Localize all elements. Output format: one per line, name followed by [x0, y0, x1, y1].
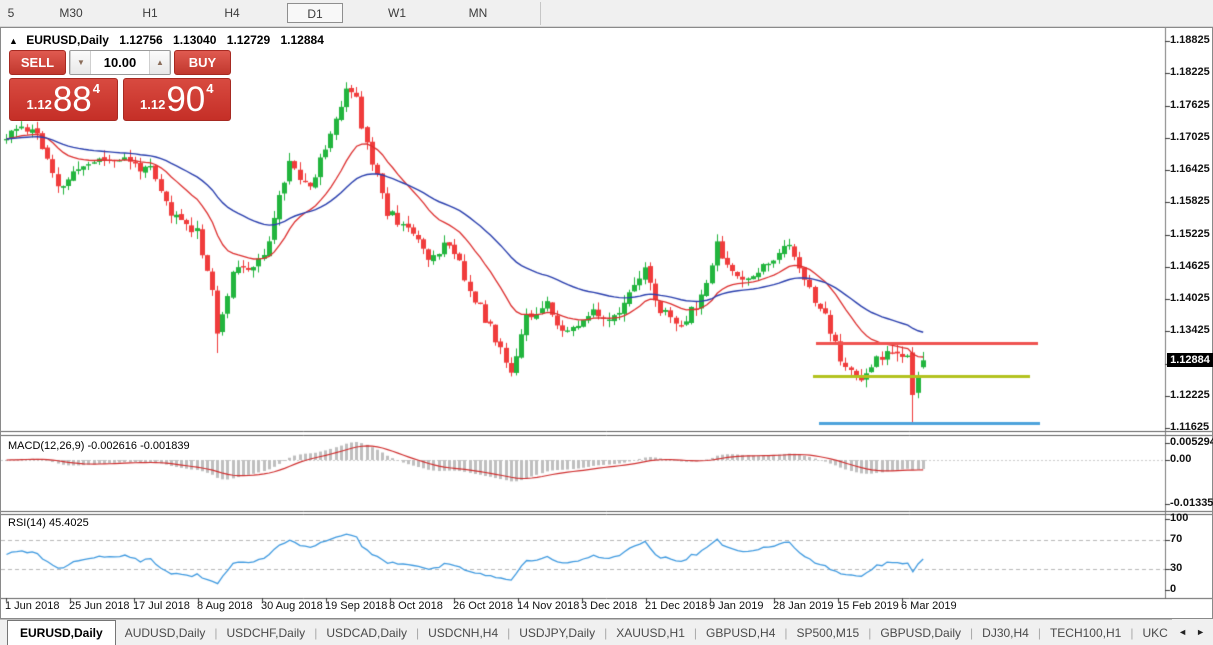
- volume-increase-icon[interactable]: ▲: [149, 51, 170, 74]
- ask-price-box[interactable]: 1.12 90 4: [123, 78, 232, 121]
- macd-axis-label: -0.013353: [1170, 497, 1213, 509]
- bid-pip: 4: [93, 81, 100, 96]
- macd-axis-label: 0.00: [1170, 453, 1191, 465]
- tab-usdcnh-h4[interactable]: USDCNH,H4: [419, 626, 507, 640]
- tab-usdcad-daily[interactable]: USDCAD,Daily: [317, 626, 416, 640]
- chart-tab-bar: EURUSD,DailyAUDUSD,Daily|USDCHF,Daily|US…: [0, 619, 1213, 645]
- date-axis-label: 21 Dec 2018: [645, 600, 707, 612]
- date-axis-label: 9 Jan 2019: [709, 600, 763, 612]
- toolbar-separator: [540, 2, 541, 25]
- tab-dj30-h4[interactable]: DJ30,H4: [973, 626, 1038, 640]
- ohlc-high: 1.13040: [173, 33, 216, 47]
- timeframe-button-mn[interactable]: MN: [450, 3, 506, 23]
- price-axis-label: 1.17025: [1170, 131, 1210, 143]
- date-axis-label: 17 Jul 2018: [133, 600, 190, 612]
- date-axis-label: 25 Jun 2018: [69, 600, 130, 612]
- chart-window: ▲ EURUSD,Daily 1.12756 1.13040 1.12729 1…: [0, 27, 1213, 619]
- tab-tech100-h1[interactable]: TECH100,H1: [1041, 626, 1130, 640]
- rsi-axis-label: 70: [1170, 533, 1182, 545]
- buy-button[interactable]: BUY: [174, 50, 231, 75]
- price-axis-label: 1.16425: [1170, 163, 1210, 175]
- price-axis-label: 1.18225: [1170, 66, 1210, 78]
- ask-prefix: 1.12: [140, 97, 165, 112]
- price-axis-label: 1.18825: [1170, 34, 1210, 46]
- chart-title: ▲ EURUSD,Daily 1.12756 1.13040 1.12729 1…: [9, 33, 324, 47]
- rsi-axis-label: 30: [1170, 562, 1182, 574]
- tab-usdchf-daily[interactable]: USDCHF,Daily: [218, 626, 315, 640]
- date-axis-label: 28 Jan 2019: [773, 600, 834, 612]
- price-axis-label: 1.11625: [1170, 421, 1209, 433]
- price-axis-label: 1.15825: [1170, 195, 1210, 207]
- date-axis-label: 14 Nov 2018: [517, 600, 579, 612]
- date-axis-label: 1 Jun 2018: [5, 600, 59, 612]
- timeframe-button-m30[interactable]: M30: [43, 3, 99, 23]
- tab-scroll-right-icon[interactable]: ►: [1196, 627, 1205, 637]
- price-axis-label: 1.14625: [1170, 260, 1210, 272]
- ask-main: 90: [166, 84, 205, 116]
- timeframe-button-h4[interactable]: H4: [204, 3, 260, 23]
- date-axis-label: 15 Feb 2019: [837, 600, 899, 612]
- price-axis-label: 1.15225: [1170, 228, 1210, 240]
- bid-prefix: 1.12: [27, 97, 52, 112]
- tab-sp500-m15[interactable]: SP500,M15: [788, 626, 869, 640]
- macd-axis-label: 0.005294: [1170, 436, 1213, 448]
- price-axis-label: 1.14025: [1170, 292, 1210, 304]
- date-axis-label: 26 Oct 2018: [453, 600, 513, 612]
- tab-xauusd-h1[interactable]: XAUUSD,H1: [607, 626, 694, 640]
- tab-audusd-daily[interactable]: AUDUSD,Daily: [116, 626, 215, 640]
- one-click-trading-panel: SELL ▼ ▲ BUY 1.12 88 4 1.12 90 4: [9, 50, 231, 121]
- tab-scroll-arrows: ◄ ►: [1172, 619, 1213, 645]
- ohlc-low: 1.12729: [227, 33, 270, 47]
- tab-gbpusd-h4[interactable]: GBPUSD,H4: [697, 626, 784, 640]
- rsi-axis-label: 0: [1170, 583, 1176, 595]
- current-price-tag: 1.12884: [1167, 353, 1213, 367]
- mt4-window: 5 M30 H1 H4 D1 W1 MN ▲ EURUSD,Daily 1.12756 1.…: [0, 0, 1213, 645]
- price-axis-label: 1.17625: [1170, 99, 1210, 111]
- ask-pip: 4: [206, 81, 213, 96]
- bid-main: 88: [53, 84, 92, 116]
- date-axis-label: 8 Aug 2018: [197, 600, 253, 612]
- rsi-label: RSI(14) 45.4025: [8, 517, 89, 529]
- ohlc-close: 1.12884: [281, 33, 324, 47]
- tab-eurusd-daily[interactable]: EURUSD,Daily: [7, 620, 116, 645]
- volume-decrease-icon[interactable]: ▼: [70, 51, 91, 74]
- tab-ukc[interactable]: UKC: [1133, 626, 1176, 640]
- tab-usdjpy-daily[interactable]: USDJPY,Daily: [510, 626, 604, 640]
- price-axis-label: 1.13425: [1170, 324, 1210, 336]
- rsi-axis-label: 100: [1170, 512, 1188, 524]
- symbol-title: EURUSD,Daily: [26, 33, 109, 47]
- date-axis-label: 19 Sep 2018: [325, 600, 387, 612]
- date-axis-label: 6 Mar 2019: [901, 600, 957, 612]
- sell-button[interactable]: SELL: [9, 50, 66, 75]
- volume-input[interactable]: [91, 51, 149, 74]
- timeframe-button-5[interactable]: 5: [0, 3, 22, 23]
- timeframe-button-w1[interactable]: W1: [369, 3, 425, 23]
- timeframe-button-d1[interactable]: D1: [287, 3, 343, 23]
- tab-gbpusd-daily[interactable]: GBPUSD,Daily: [871, 626, 970, 640]
- collapse-triangle-icon[interactable]: ▲: [9, 36, 18, 46]
- date-axis-label: 8 Oct 2018: [389, 600, 443, 612]
- price-axis-label: 1.12225: [1170, 389, 1210, 401]
- date-axis-label: 30 Aug 2018: [261, 600, 323, 612]
- date-axis-label: 3 Dec 2018: [581, 600, 637, 612]
- bid-price-box[interactable]: 1.12 88 4: [9, 78, 118, 121]
- tab-scroll-left-icon[interactable]: ◄: [1178, 627, 1187, 637]
- timeframe-button-h1[interactable]: H1: [122, 3, 178, 23]
- volume-spinner: ▼ ▲: [69, 50, 171, 75]
- ohlc-open: 1.12756: [119, 33, 162, 47]
- timeframe-toolbar: 5 M30 H1 H4 D1 W1 MN: [0, 0, 1213, 27]
- macd-label: MACD(12,26,9) -0.002616 -0.001839: [8, 440, 190, 452]
